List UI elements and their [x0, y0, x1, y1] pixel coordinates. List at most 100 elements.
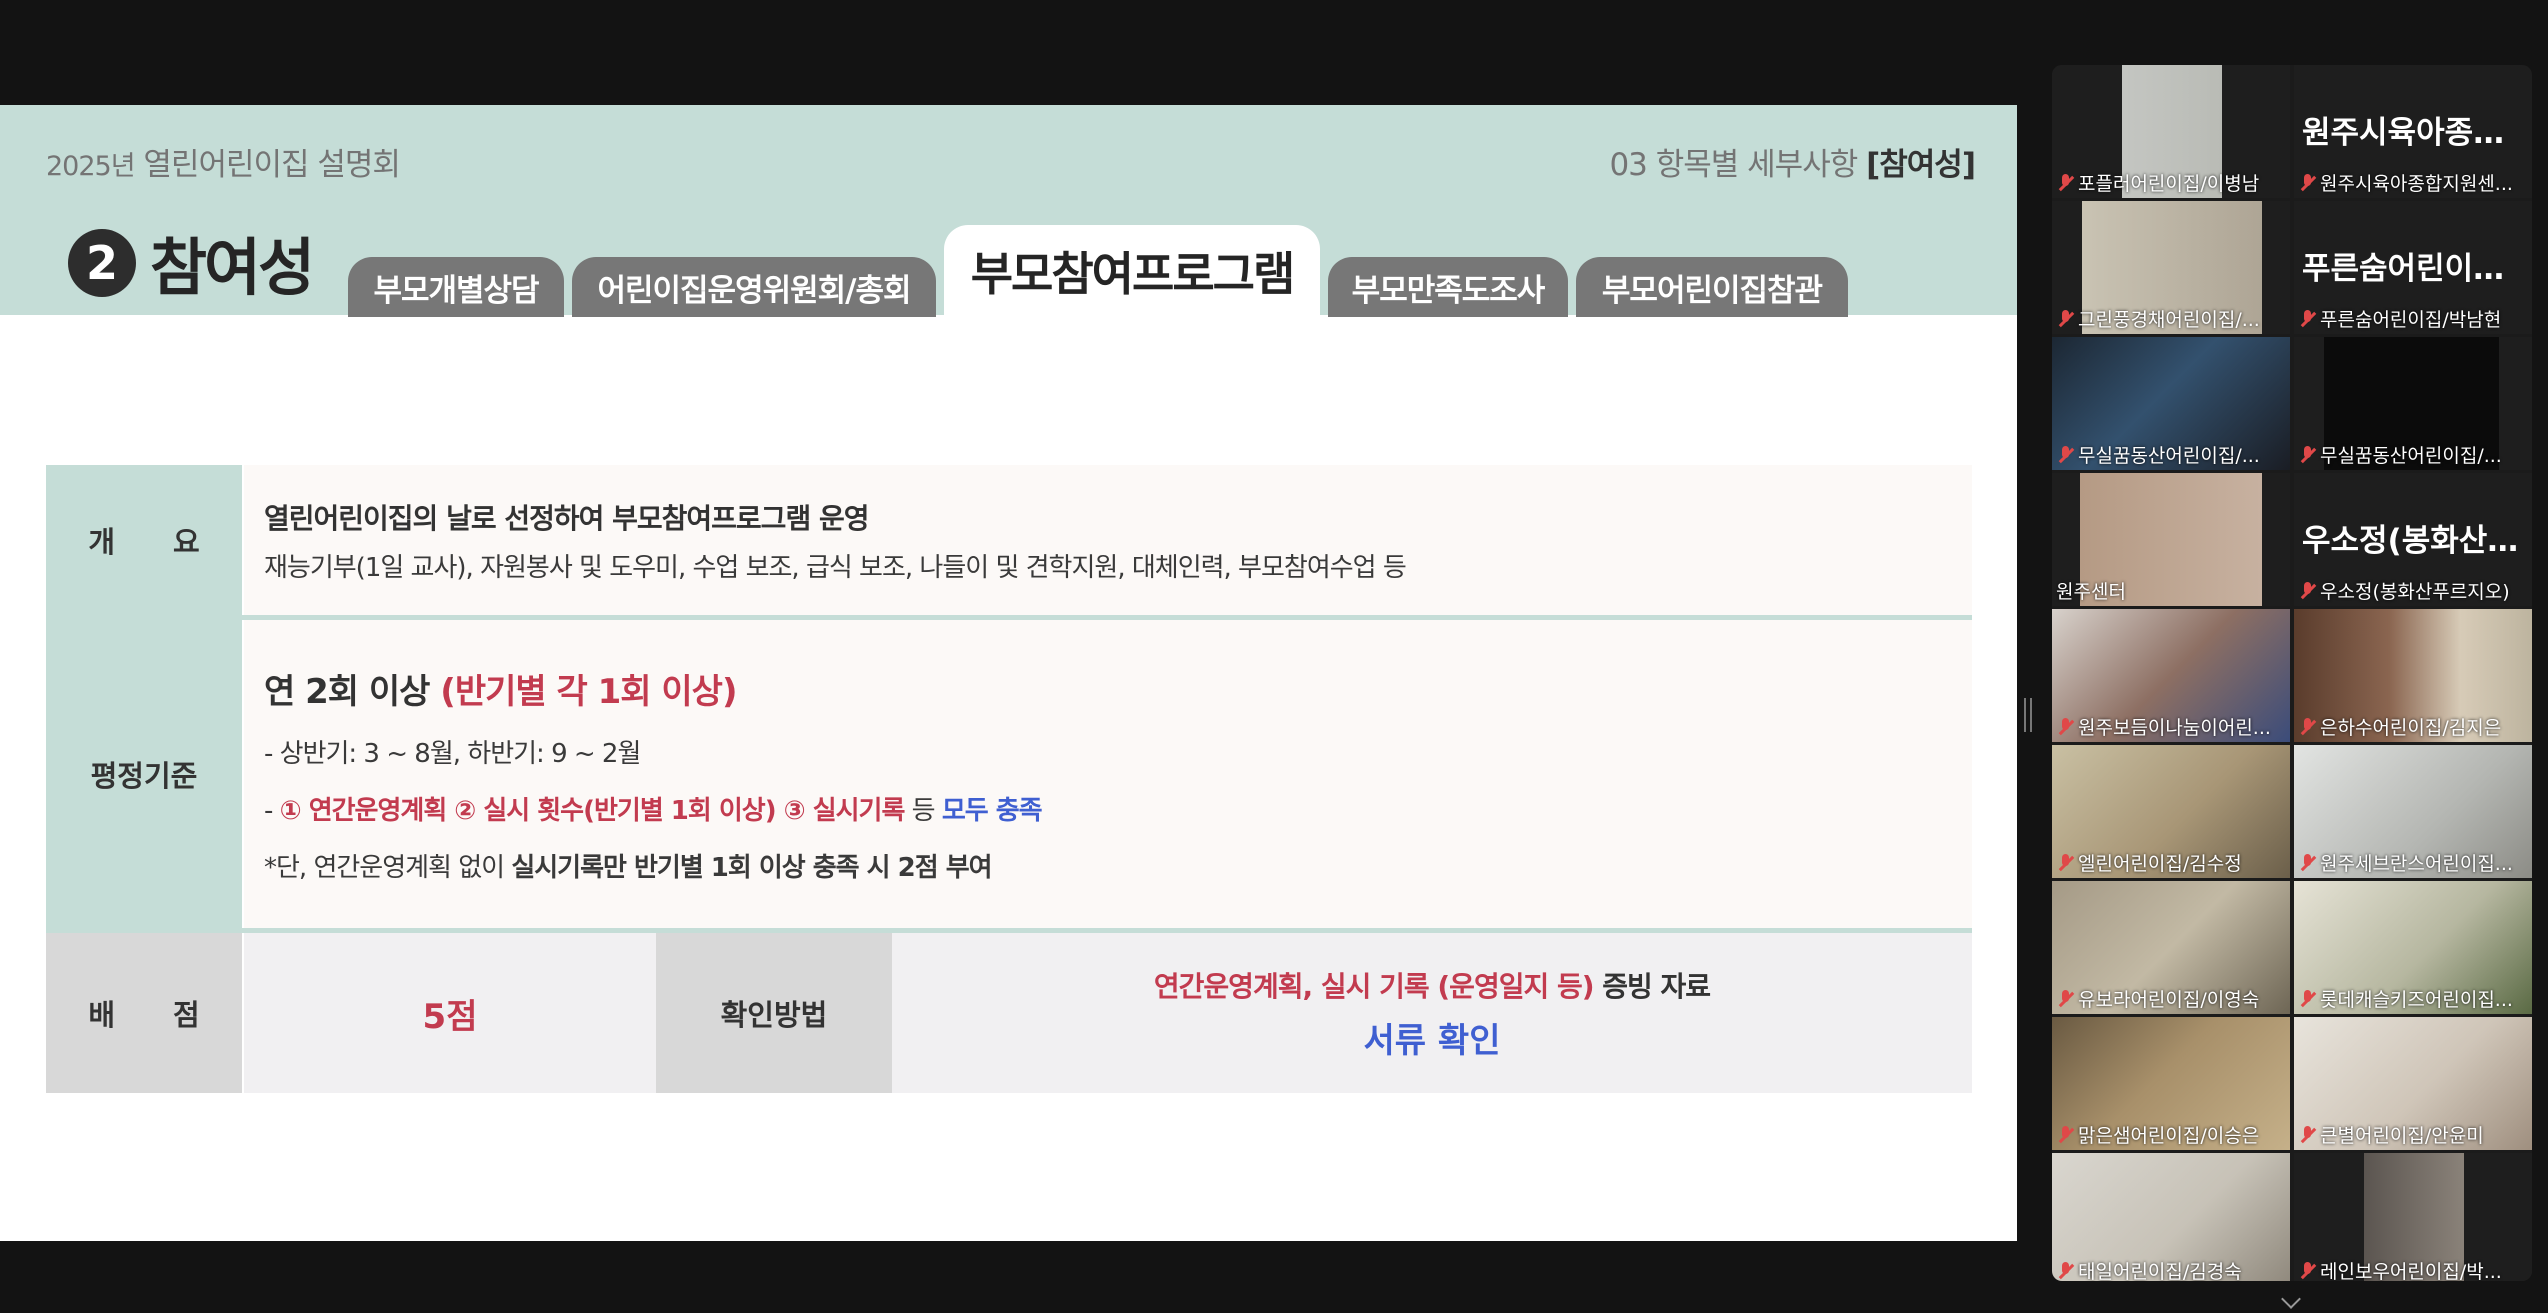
- verification-method-content: 연간운영계획, 실시 기록 (운영일지 등) 증빙 자료 서류 확인: [892, 933, 1972, 1093]
- participant-tile[interactable]: 레인보우어린이집/박...: [2294, 1153, 2532, 1281]
- tab-parent-counseling: 부모개별상담: [348, 257, 564, 317]
- tab-operating-committee: 어린이집운영위원회/총회: [572, 257, 936, 317]
- section-reference: 03 항목별 세부사항 [참여성]: [1609, 139, 1976, 184]
- participant-display-name: 푸른숨어린이집/...: [2302, 251, 2532, 287]
- tab-satisfaction-survey: 부모만족도조사: [1328, 257, 1568, 317]
- participant-name: 레인보우어린이집/박...: [2320, 1261, 2502, 1281]
- criteria-line-2-items: ① 연간운영계획 ② 실시 횟수(반기별 1회 이상) ③ 실시기록: [279, 796, 906, 826]
- microphone-muted-icon: [2298, 853, 2316, 873]
- participant-tile[interactable]: 무실꿈동산어린이집/...: [2052, 337, 2290, 470]
- participant-name: 맑은샘어린이집/이승은: [2078, 1125, 2260, 1147]
- microphone-muted-icon: [2298, 717, 2316, 737]
- participant-name-bar: 롯데캐슬키즈어린이집...: [2298, 985, 2528, 1012]
- participant-name: 롯데캐슬키즈어린이집...: [2320, 989, 2513, 1011]
- criteria-label: 평정기준: [46, 620, 242, 928]
- participant-name-bar: 무실꿈동산어린이집/...: [2056, 441, 2286, 468]
- tab-center-visit: 부모어린이집참관: [1576, 257, 1848, 317]
- shared-slide: 2025년 열린어린이집 설명회 03 항목별 세부사항 [참여성] 2 참여성…: [0, 105, 2017, 1241]
- participant-tile[interactable]: 큰별어린이집/안윤미: [2294, 1017, 2532, 1150]
- section-number-badge: 2: [68, 229, 136, 297]
- participant-name-bar: 원주보듬이나눔이어린...: [2056, 713, 2286, 740]
- participant-name: 원주센터: [2056, 581, 2126, 603]
- participant-display-name: 원주시육아종합...: [2302, 115, 2532, 151]
- participant-name-bar: 은하수어린이집/김지은: [2298, 713, 2528, 740]
- score-label: 배 점: [46, 933, 242, 1093]
- criteria-line-2: - ① 연간운영계획 ② 실시 횟수(반기별 1회 이상) ③ 실시기록 등 모…: [264, 790, 1972, 827]
- criteria-line-3-emphasis: 실시기록만 반기별 1회 이상 충족 시 2점 부여: [511, 853, 992, 883]
- participant-panel[interactable]: 포플러어린이집/이병남 원주시육아종합... 원주시육아종합지원센... 그린풍…: [2052, 65, 2532, 1281]
- tab-parent-program: 부모참여프로그램: [944, 225, 1320, 317]
- score-value: 5점: [244, 933, 656, 1093]
- verification-docs-suffix: 증빙 자료: [1593, 969, 1711, 1003]
- section-ref-bold: [참여성]: [1866, 147, 1976, 183]
- verification-check: 서류 확인: [1363, 1020, 1501, 1061]
- chevron-down-icon[interactable]: [2281, 1289, 2301, 1309]
- participant-tile[interactable]: 맑은샘어린이집/이승은: [2052, 1017, 2290, 1150]
- participant-name: 엘린어린이집/김수정: [2078, 853, 2242, 875]
- microphone-muted-icon: [2298, 309, 2316, 329]
- participant-name-bar: 원주센터: [2056, 577, 2286, 604]
- criteria-headline: 연 2회 이상 (반기별 각 1회 이상): [264, 664, 1972, 713]
- participant-tile[interactable]: 엘린어린이집/김수정: [2052, 745, 2290, 878]
- participant-name: 무실꿈동산어린이집/...: [2320, 445, 2502, 467]
- microphone-muted-icon: [2298, 581, 2316, 601]
- participant-tile[interactable]: 원주세브란스어린이집...: [2294, 745, 2532, 878]
- participant-tile[interactable]: 그린풍경채어린이집/...: [2052, 201, 2290, 334]
- participant-name-bar: 원주시육아종합지원센...: [2298, 169, 2528, 196]
- event-title: 2025년 열린어린이집 설명회: [46, 139, 401, 184]
- participant-name: 우소정(봉화산푸르지오): [2320, 581, 2510, 603]
- participant-name: 큰별어린이집/안윤미: [2320, 1125, 2484, 1147]
- participant-name: 은하수어린이집/김지은: [2320, 717, 2502, 739]
- criteria-content: 연 2회 이상 (반기별 각 1회 이상) - 상반기: 3 ~ 8월, 하반기…: [244, 620, 1972, 928]
- microphone-muted-icon: [2056, 1261, 2074, 1281]
- microphone-muted-icon: [2298, 173, 2316, 193]
- participant-tile[interactable]: 무실꿈동산어린이집/...: [2294, 337, 2532, 470]
- participant-tile[interactable]: 은하수어린이집/김지은: [2294, 609, 2532, 742]
- participant-name: 원주시육아종합지원센...: [2320, 173, 2513, 195]
- participant-name-bar: 원주세브란스어린이집...: [2298, 849, 2528, 876]
- event-name: 열린어린이집 설명회: [143, 147, 401, 183]
- participant-name-bar: 그린풍경채어린이집/...: [2056, 305, 2286, 332]
- participant-tile[interactable]: 롯데캐슬키즈어린이집...: [2294, 881, 2532, 1014]
- participant-name: 무실꿈동산어린이집/...: [2078, 445, 2260, 467]
- microphone-muted-icon: [2056, 853, 2074, 873]
- section-title: 참여성: [150, 231, 315, 304]
- participant-name-bar: 태일어린이집/김경숙: [2056, 1257, 2286, 1281]
- participant-tile[interactable]: 태일어린이집/김경숙: [2052, 1153, 2290, 1281]
- microphone-muted-icon: [2298, 1125, 2316, 1145]
- panel-resize-handle-icon[interactable]: [2024, 698, 2032, 732]
- participant-name-bar: 유보라어린이집/이영숙: [2056, 985, 2286, 1012]
- participant-name-bar: 포플러어린이집/이병남: [2056, 169, 2286, 196]
- participant-tile[interactable]: 유보라어린이집/이영숙: [2052, 881, 2290, 1014]
- microphone-muted-icon: [2056, 173, 2074, 193]
- participant-tile[interactable]: 우소정(봉화산푸... 우소정(봉화산푸르지오): [2294, 473, 2532, 606]
- participant-tile[interactable]: 푸른숨어린이집/... 푸른숨어린이집/박남현: [2294, 201, 2532, 334]
- verification-method-label: 확인방법: [656, 933, 892, 1093]
- participant-name: 포플러어린이집/이병남: [2078, 173, 2260, 195]
- participant-tile[interactable]: 원주시육아종합... 원주시육아종합지원센...: [2294, 65, 2532, 198]
- participant-name: 원주보듬이나눔이어린...: [2078, 717, 2271, 739]
- participant-name-bar: 푸른숨어린이집/박남현: [2298, 305, 2528, 332]
- participant-name-bar: 큰별어린이집/안윤미: [2298, 1121, 2528, 1148]
- microphone-muted-icon: [2056, 445, 2074, 465]
- participant-tile[interactable]: 포플러어린이집/이병남: [2052, 65, 2290, 198]
- event-year: 2025년: [46, 151, 136, 182]
- participant-name: 원주세브란스어린이집...: [2320, 853, 2513, 875]
- participant-tile[interactable]: 원주보듬이나눔이어린...: [2052, 609, 2290, 742]
- microphone-muted-icon: [2298, 1261, 2316, 1281]
- overview-label: 개 요: [46, 465, 242, 615]
- criteria-headline-note: (반기별 각 1회 이상): [440, 672, 737, 712]
- participant-tile-active-speaker[interactable]: 원주센터: [2052, 473, 2290, 606]
- microphone-muted-icon: [2298, 989, 2316, 1009]
- criteria-line-3: *단, 연간운영계획 없이 실시기록만 반기별 1회 이상 충족 시 2점 부여: [264, 847, 1972, 884]
- section-ref-prefix: 03 항목별 세부사항: [1609, 147, 1858, 183]
- verification-docs: 연간운영계획, 실시 기록 (운영일지 등) 증빙 자료: [1154, 965, 1711, 1005]
- criteria-headline-main: 연 2회 이상: [264, 672, 441, 712]
- criteria-line-2-dash: -: [264, 796, 280, 826]
- participant-name: 태일어린이집/김경숙: [2078, 1261, 2242, 1281]
- microphone-muted-icon: [2298, 445, 2316, 465]
- overview-line-1: 열린어린이집의 날로 선정하여 부모참여프로그램 운영: [264, 501, 869, 535]
- criteria-line-3-note: *단, 연간운영계획 없이: [264, 853, 512, 883]
- participant-name-bar: 무실꿈동산어린이집/...: [2298, 441, 2528, 468]
- participant-name-bar: 엘린어린이집/김수정: [2056, 849, 2286, 876]
